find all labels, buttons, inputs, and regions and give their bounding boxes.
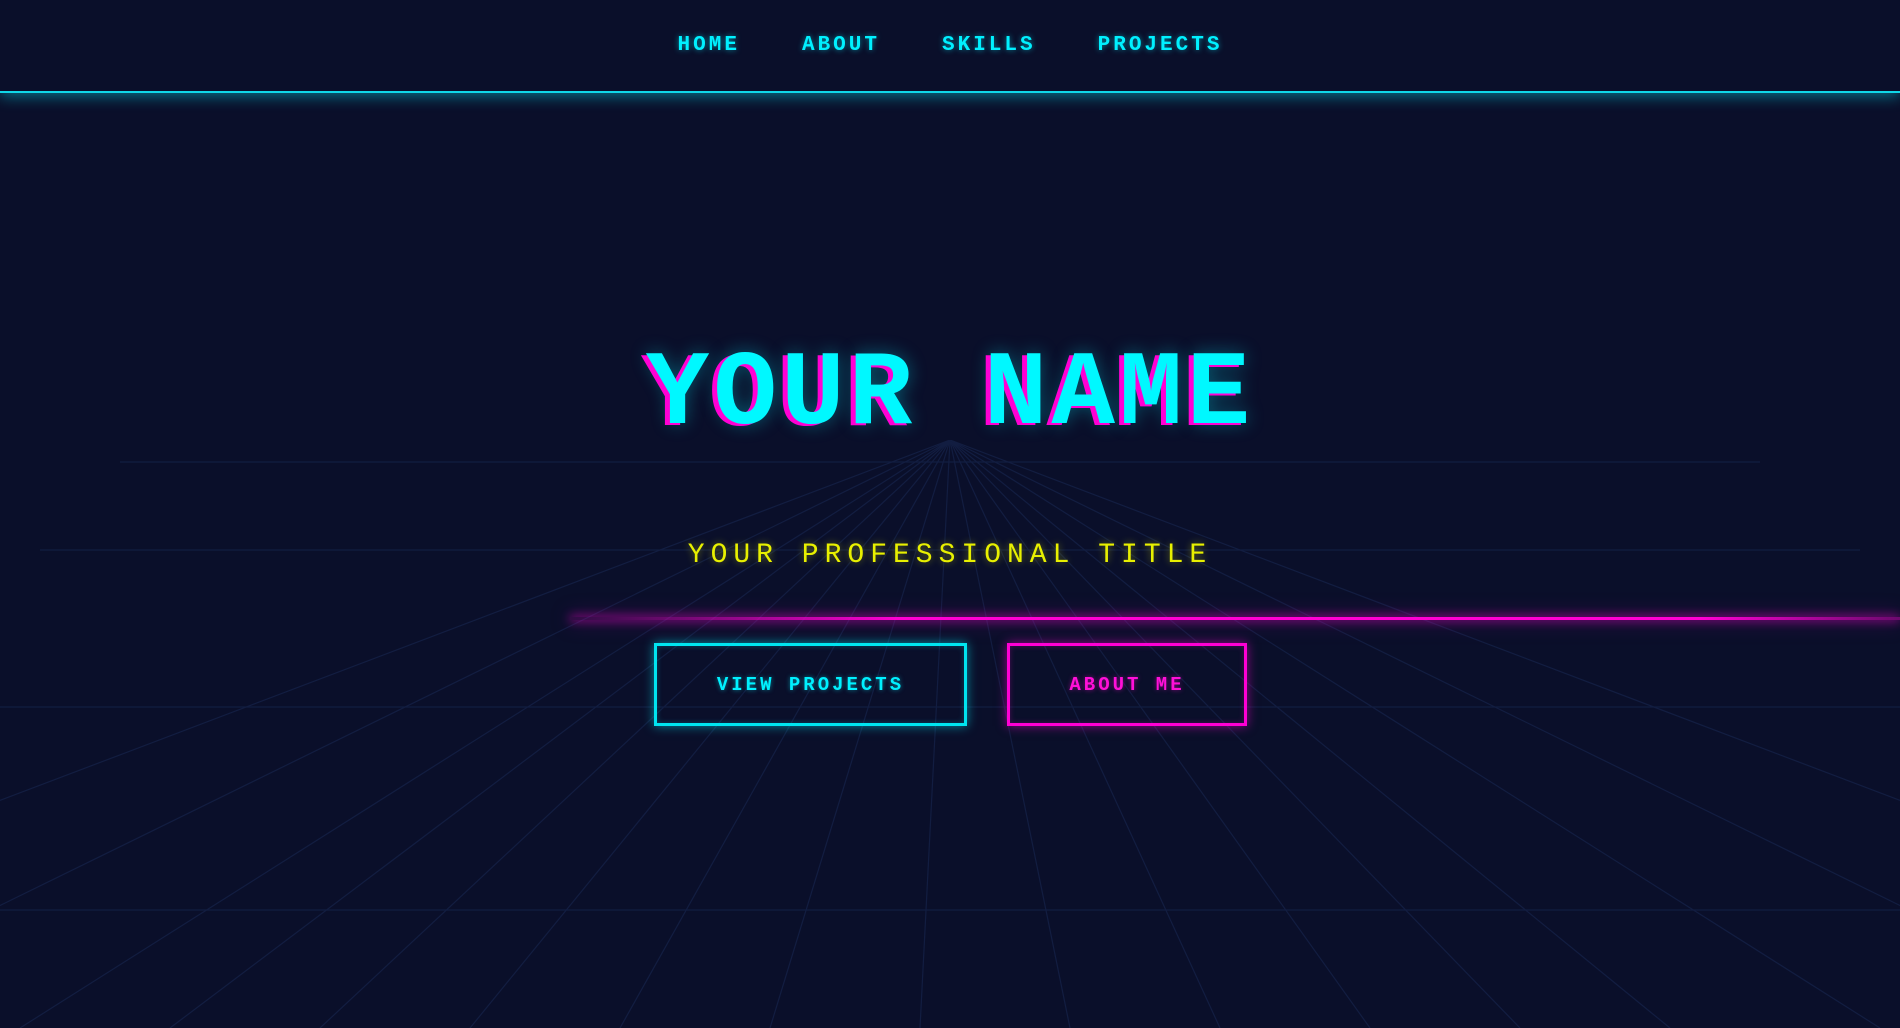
view-projects-button[interactable]: VIEW PROJECTS [654, 643, 967, 726]
top-navbar: HOME ABOUT SKILLS PROJECTS [0, 0, 1900, 93]
about-me-button[interactable]: ABOUT ME [1007, 643, 1247, 726]
nav-link-projects[interactable]: PROJECTS [1098, 34, 1223, 57]
nav-link-about[interactable]: ABOUT [802, 34, 880, 57]
neon-divider [570, 617, 1900, 620]
nav-link-home[interactable]: HOME [678, 34, 740, 57]
nav-link-skills[interactable]: SKILLS [942, 34, 1036, 57]
hero-title: YOUR NAME [645, 335, 1255, 455]
hero-subtitle: YOUR PROFESSIONAL TITLE [687, 540, 1213, 571]
perspective-grid [0, 440, 1900, 1028]
